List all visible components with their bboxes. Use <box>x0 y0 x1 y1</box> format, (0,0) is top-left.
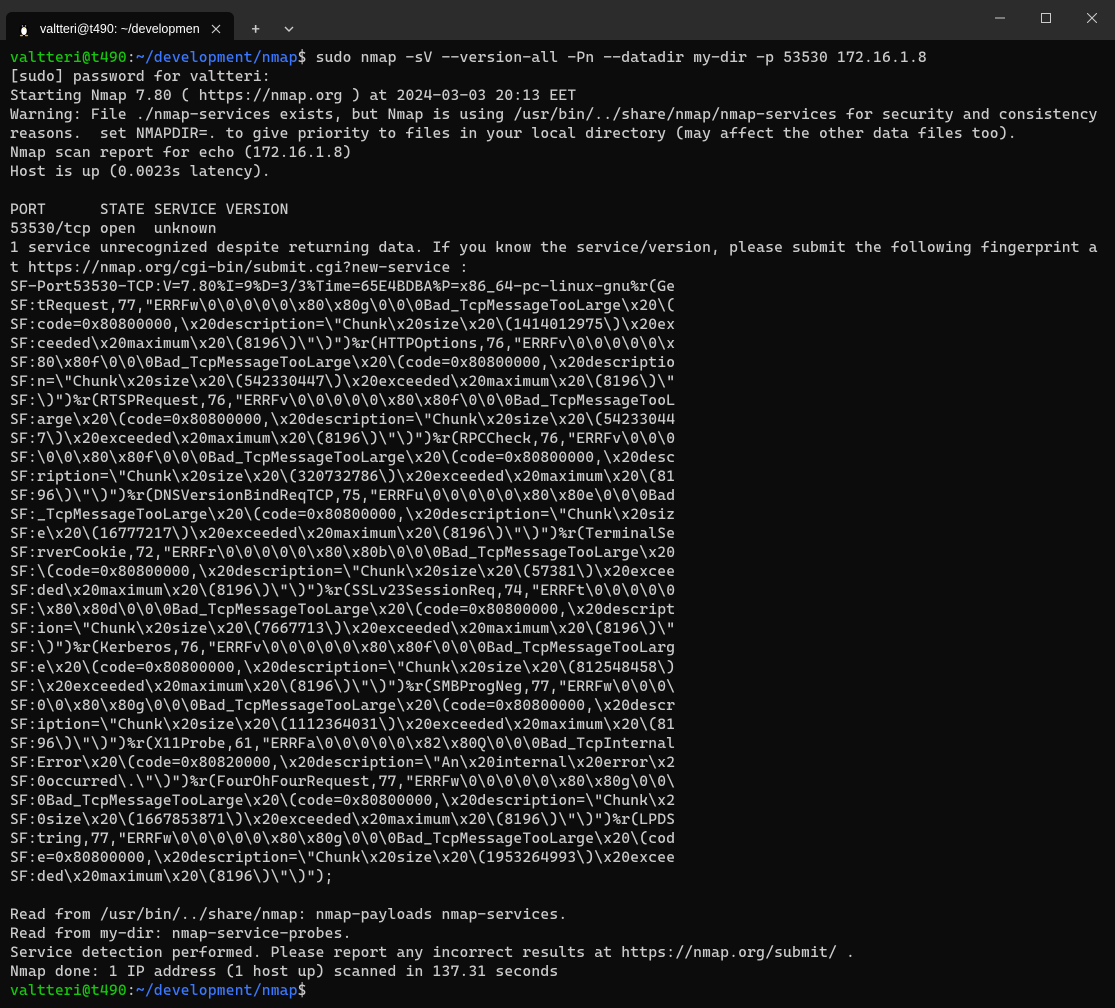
tab-title: valtteri@t490: ~/developmen <box>40 22 200 36</box>
output-line: SF:\(code=0x80800000,\x20description=\"C… <box>10 562 1105 581</box>
output-line: Nmap done: 1 IP address (1 host up) scan… <box>10 962 1105 981</box>
tab-dropdown-button[interactable] <box>274 12 304 46</box>
output-line: SF:code=0x80800000,\x20description=\"Chu… <box>10 315 1105 334</box>
tab-active[interactable]: valtteri@t490: ~/developmen <box>6 12 234 46</box>
output-line: Read from /usr/bin/../share/nmap: nmap-p… <box>10 905 1105 924</box>
output-line: SF:7\)\x20exceeded\x20maximum\x20\(8196\… <box>10 429 1105 448</box>
output-line: Warning: File ./nmap-services exists, bu… <box>10 105 1105 143</box>
output-line: SF:0occurred\.\"\)")%r(FourOhFourRequest… <box>10 772 1105 791</box>
prompt-path: ~/development/nmap <box>136 981 298 999</box>
minimize-button[interactable] <box>977 0 1023 36</box>
output-line: SF:Error\x20\(code=0x80820000,\x20descri… <box>10 753 1105 772</box>
output-line: SF:80\x80f\0\0\0Bad_TcpMessageTooLarge\x… <box>10 353 1105 372</box>
output-line: 53530/tcp open unknown <box>10 219 1105 238</box>
output-line: PORT STATE SERVICE VERSION <box>10 200 1105 219</box>
prompt-line-1: valtteri@t490:~/development/nmap$ sudo n… <box>10 48 1105 67</box>
maximize-button[interactable] <box>1023 0 1069 36</box>
output-line <box>10 181 1105 200</box>
titlebar: valtteri@t490: ~/developmen + <box>0 0 1115 40</box>
output-line: [sudo] password for valtteri: <box>10 67 1105 86</box>
prompt-path: ~/development/nmap <box>136 48 298 66</box>
output-line: SF:ceeded\x20maximum\x20\(8196\)\"\)")%r… <box>10 334 1105 353</box>
output-line: SF:ded\x20maximum\x20\(8196\)\"\)"); <box>10 867 1105 886</box>
output-line: SF:ded\x20maximum\x20\(8196\)\"\)")%r(SS… <box>10 581 1105 600</box>
prompt-dollar: $ <box>298 48 307 66</box>
prompt-user: valtteri@t490 <box>10 981 127 999</box>
output-line: Host is up (0.0023s latency). <box>10 162 1105 181</box>
output-line: SF:\)")%r(RTSPRequest,76,"ERRFv\0\0\0\0\… <box>10 391 1105 410</box>
output-line: SF:tRequest,77,"ERRFw\0\0\0\0\0\x80\x80g… <box>10 296 1105 315</box>
output-line: SF:iption=\"Chunk\x20size\x20\(111236403… <box>10 715 1105 734</box>
prompt-sep: : <box>127 981 136 999</box>
output-line: SF:rverCookie,72,"ERRFr\0\0\0\0\0\x80\x8… <box>10 543 1105 562</box>
close-window-button[interactable] <box>1069 0 1115 36</box>
command-text: sudo nmap -sV --version-all -Pn --datadi… <box>307 48 927 66</box>
terminal-body[interactable]: valtteri@t490:~/development/nmap$ sudo n… <box>0 40 1115 1008</box>
prompt-line-2: valtteri@t490:~/development/nmap$ <box>10 981 1105 1000</box>
tab-strip: valtteri@t490: ~/developmen + <box>0 0 304 40</box>
prompt-dollar: $ <box>298 981 307 999</box>
output-line: SF:n=\"Chunk\x20size\x20\(542330447\)\x2… <box>10 372 1105 391</box>
output-line: SF:0Bad_TcpMessageTooLarge\x20\(code=0x8… <box>10 791 1105 810</box>
terminal-output: [sudo] password for valtteri:Starting Nm… <box>10 67 1105 981</box>
output-line: Service detection performed. Please repo… <box>10 943 1105 962</box>
output-line: 1 service unrecognized despite returning… <box>10 238 1105 276</box>
output-line: SF:\)")%r(Kerberos,76,"ERRFv\0\0\0\0\0\x… <box>10 638 1105 657</box>
output-line: Starting Nmap 7.80 ( https://nmap.org ) … <box>10 86 1105 105</box>
output-line: SF:_TcpMessageTooLarge\x20\(code=0x80800… <box>10 505 1105 524</box>
output-line: SF:arge\x20\(code=0x80800000,\x20descrip… <box>10 410 1105 429</box>
output-line: SF:\x20exceeded\x20maximum\x20\(8196\)\"… <box>10 677 1105 696</box>
prompt-sep: : <box>127 48 136 66</box>
output-line: SF:0\0\x80\x80g\0\0\0Bad_TcpMessageTooLa… <box>10 696 1105 715</box>
output-line <box>10 886 1105 905</box>
output-line: SF:96\)\"\)")%r(DNSVersionBindReqTCP,75,… <box>10 486 1105 505</box>
tab-close-button[interactable] <box>208 21 224 37</box>
new-tab-button[interactable]: + <box>238 12 274 46</box>
output-line: SF:tring,77,"ERRFw\0\0\0\0\0\x80\x80g\0\… <box>10 829 1105 848</box>
output-line: SF:\x80\x80d\0\0\0Bad_TcpMessageTooLarge… <box>10 600 1105 619</box>
output-line: SF:\0\0\x80\x80f\0\0\0Bad_TcpMessageTooL… <box>10 448 1105 467</box>
output-line: SF-Port53530-TCP:V=7.80%I=9%D=3/3%Time=6… <box>10 277 1105 296</box>
output-line: SF:ription=\"Chunk\x20size\x20\(32073278… <box>10 467 1105 486</box>
window-controls <box>977 0 1115 36</box>
prompt-user: valtteri@t490 <box>10 48 127 66</box>
output-line: SF:ion=\"Chunk\x20size\x20\(7667713\)\x2… <box>10 619 1105 638</box>
output-line: SF:e\x20\(code=0x80800000,\x20descriptio… <box>10 658 1105 677</box>
penguin-icon <box>16 21 32 37</box>
output-line: Nmap scan report for echo (172.16.1.8) <box>10 143 1105 162</box>
output-line: SF:96\)\"\)")%r(X11Probe,61,"ERRFa\0\0\0… <box>10 734 1105 753</box>
output-line: SF:e=0x80800000,\x20description=\"Chunk\… <box>10 848 1105 867</box>
output-line: SF:0size\x20\(1667853871\)\x20exceeded\x… <box>10 810 1105 829</box>
output-line: SF:e\x20\(16777217\)\x20exceeded\x20maxi… <box>10 524 1105 543</box>
output-line: Read from my-dir: nmap-service-probes. <box>10 924 1105 943</box>
